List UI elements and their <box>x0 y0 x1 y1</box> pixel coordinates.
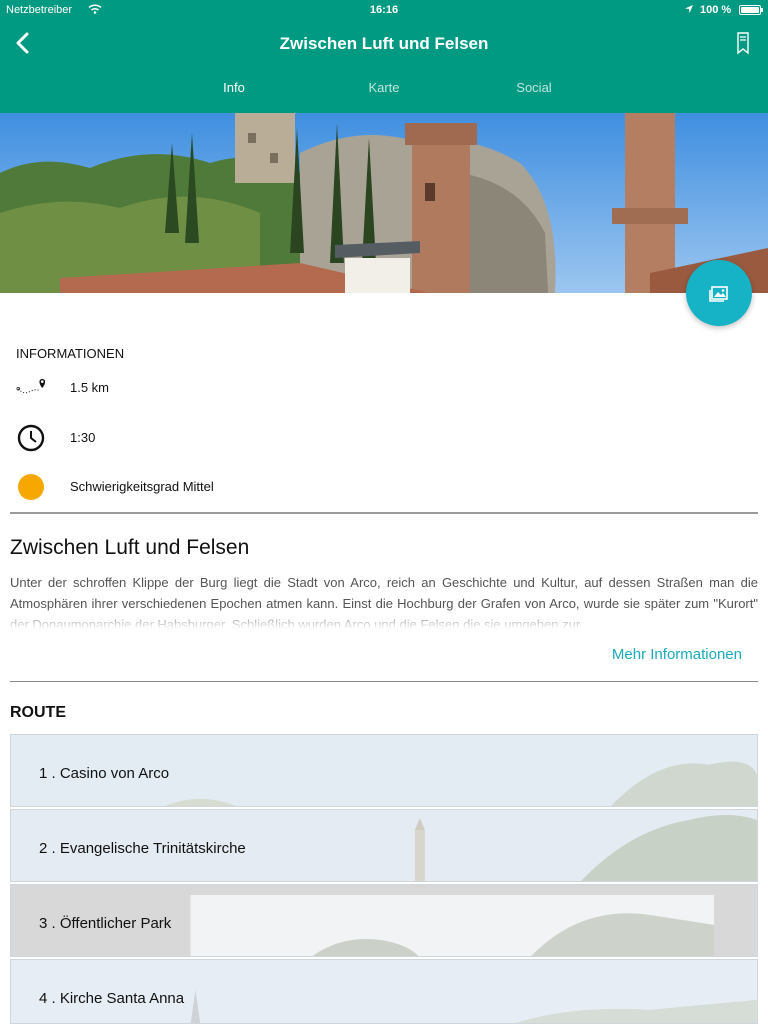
duration-value: 1:30 <box>70 430 96 445</box>
route-distance-icon <box>16 379 46 394</box>
difficulty-indicator <box>16 472 46 502</box>
route-item-label: 2 . Evangelische Trinitätskirche <box>39 840 246 857</box>
info-heading: INFORMATIONEN <box>16 346 125 361</box>
route-item-label: 1 . Casino von Arco <box>39 765 170 782</box>
battery-percent: 100 % <box>700 4 732 16</box>
hero-image <box>0 113 768 293</box>
gallery-icon <box>709 286 728 302</box>
more-info-link[interactable]: Mehr Informationen <box>500 646 742 663</box>
battery-icon <box>739 5 763 15</box>
status-bar: Netzbetreiber 16:16 100 % <box>0 0 768 20</box>
gallery-button[interactable] <box>686 260 752 326</box>
tab-social[interactable]: Social <box>494 80 574 95</box>
route-item-label: 4 . Kirche Santa Anna <box>39 990 185 1007</box>
duration-row: 1:30 <box>16 423 716 453</box>
route-item-trinitaetskirche[interactable]: 2 . Evangelische Trinitätskirche <box>10 809 758 882</box>
distance-value: 1.5 km <box>70 380 110 395</box>
difficulty-row: Schwierigkeitsgrad Mittel <box>16 472 716 502</box>
clock-icon <box>17 424 45 452</box>
route-heading: ROUTE <box>10 704 66 721</box>
tab-karte[interactable]: Karte <box>344 80 424 95</box>
divider <box>10 681 758 682</box>
clock: 16:16 <box>369 4 399 16</box>
bookmark-icon[interactable] <box>733 30 753 56</box>
location-arrow-icon <box>685 5 693 13</box>
route-item-casino[interactable]: 1 . Casino von Arco <box>10 734 758 807</box>
divider <box>10 512 758 514</box>
route-item-park[interactable]: 3 . Öffentlicher Park <box>10 884 758 957</box>
tab-info[interactable]: Info <box>194 80 274 95</box>
route-item-santa-anna[interactable]: 4 . Kirche Santa Anna <box>10 959 758 1024</box>
page-title: Zwischen Luft und Felsen <box>279 34 489 53</box>
route-item-label: 3 . Öffentlicher Park <box>39 915 172 932</box>
app-header: Netzbetreiber 16:16 100 % Zwischen Luft … <box>0 0 768 113</box>
tab-bar: Info Karte Social <box>0 80 768 100</box>
tour-description: Unter der schroffen Klippe der Burg lieg… <box>10 572 758 629</box>
distance-row: 1.5 km <box>16 373 716 403</box>
difficulty-value: Schwierigkeitsgrad Mittel <box>70 479 214 494</box>
tour-title: Zwischen Luft und Felsen <box>10 536 250 559</box>
